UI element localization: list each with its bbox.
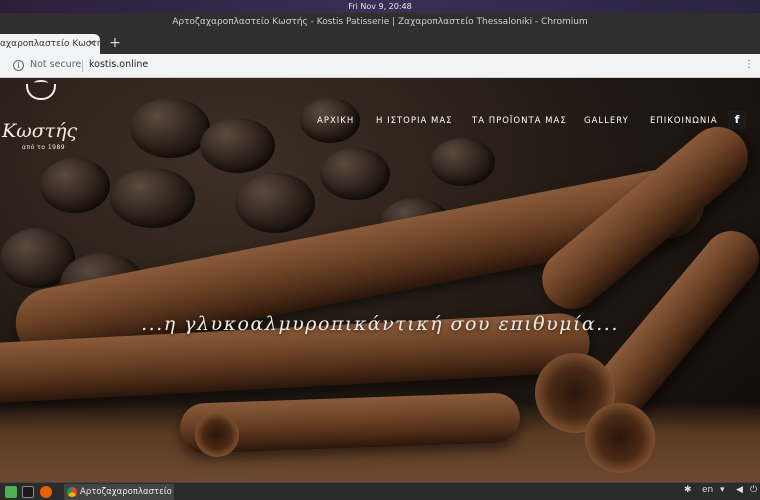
taskbar-task-label: Αρτοζαχαροπλαστείο Κ... (80, 487, 174, 497)
cinnamon-stick-end (195, 413, 239, 457)
power-icon[interactable]: ⏻ (750, 485, 757, 495)
tab-kostis[interactable]: αχαροπλαστείο Κωστή × (0, 34, 100, 54)
nav-contact[interactable]: ΕΠΙΚΟΙΝΩΝΙΑ (650, 116, 718, 126)
chromium-icon (67, 487, 77, 497)
cup-icon (26, 84, 56, 100)
network-icon[interactable]: ▾ (720, 485, 725, 495)
coffee-bean (235, 173, 315, 233)
volume-icon[interactable]: ◀ (736, 485, 743, 495)
nav-products[interactable]: ΤΑ ΠΡΟΪΟΝΤΑ ΜΑΣ (472, 116, 567, 126)
keyboard-language[interactable]: en (702, 485, 713, 495)
bluetooth-icon[interactable]: ✱ (684, 485, 692, 495)
desktop-top-bar: Fri Nov 9, 20:48 (0, 0, 760, 13)
coffee-bean (110, 168, 195, 228)
security-label[interactable]: Not secure (30, 59, 81, 70)
window-title-bar: Αρτοζαχαροπλαστείο Κωστής - Kostis Patis… (0, 13, 760, 32)
main-navigation: ΑΡΧΙΚΗ Η ΙΣΤΟΡΙΑ ΜΑΣ ΤΑ ΠΡΟΪΟΝΤΑ ΜΑΣ GAL… (0, 116, 760, 130)
new-tab-button[interactable]: + (108, 33, 122, 53)
menu-icon[interactable] (5, 486, 17, 498)
address-toolbar: i Not secure kostis.online ⋮ (0, 54, 760, 78)
nav-home[interactable]: ΑΡΧΙΚΗ (317, 116, 354, 126)
firefox-icon[interactable] (40, 486, 52, 498)
toolbar-edge-icon: ⋮ (744, 59, 754, 70)
url-input[interactable]: kostis.online (89, 59, 148, 70)
tab-strip: αχαροπλαστείο Κωστή × + (0, 32, 760, 54)
facebook-icon[interactable]: f (728, 111, 746, 129)
taskbar: Αρτοζαχαροπλαστείο Κ... ✱ en ▾ ◀ ⏻ (0, 482, 760, 500)
cinnamon-stick-end (585, 403, 655, 473)
terminal-icon[interactable] (22, 486, 34, 498)
close-tab-icon[interactable]: × (88, 34, 96, 54)
system-clock[interactable]: Fri Nov 9, 20:48 (348, 2, 411, 11)
window-title: Αρτοζαχαροπλαστείο Κωστής - Kostis Patis… (172, 17, 588, 27)
coffee-bean (320, 148, 390, 200)
address-divider (82, 60, 83, 72)
nav-gallery[interactable]: GALLERY (584, 116, 629, 126)
nav-history[interactable]: Η ΙΣΤΟΡΙΑ ΜΑΣ (376, 116, 453, 126)
logo-since: από το 1989 (22, 144, 66, 151)
website-viewport: Κωστής από το 1989 ΑΡΧΙΚΗ Η ΙΣΤΟΡΙΑ ΜΑΣ … (0, 78, 760, 482)
tab-title: αχαροπλαστείο Κωστή (0, 39, 100, 49)
hero-slogan: ...η γλυκοαλμυροπικάντική σου επιθυμία..… (141, 313, 619, 335)
taskbar-chromium-window[interactable]: Αρτοζαχαροπλαστείο Κ... (64, 484, 174, 500)
site-info-icon[interactable]: i (13, 60, 24, 71)
coffee-bean (430, 138, 495, 186)
